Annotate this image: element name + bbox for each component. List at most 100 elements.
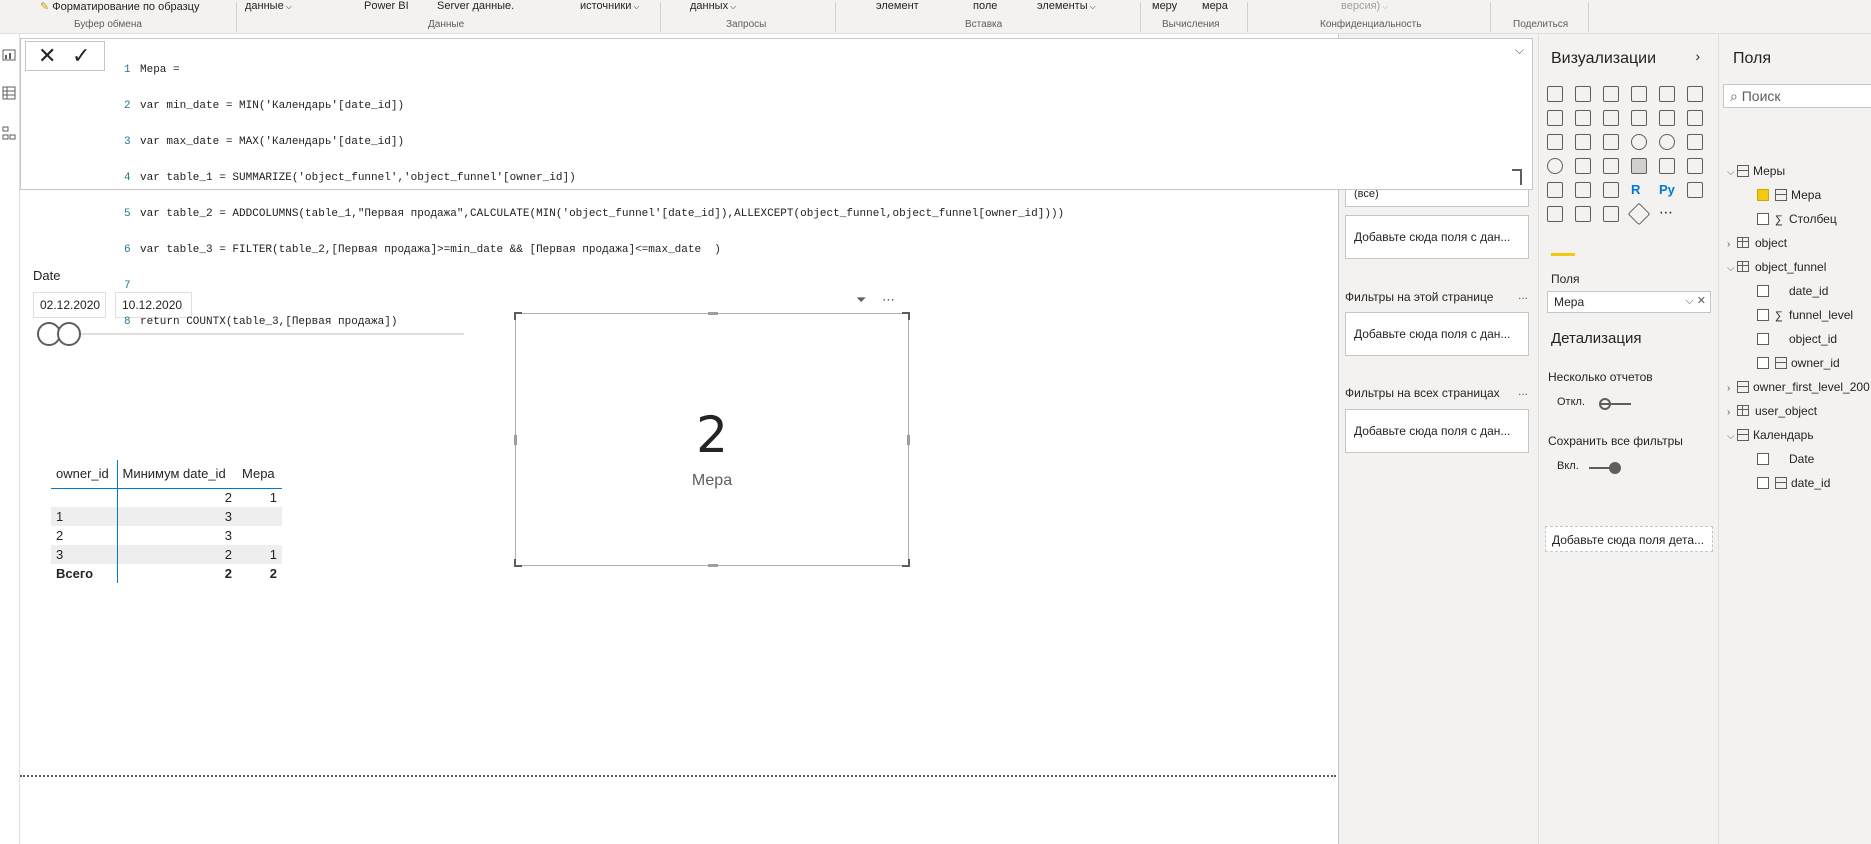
treemap-icon[interactable] — [1687, 134, 1703, 150]
new-measure-button[interactable]: меру — [1152, 0, 1177, 12]
keep-filters-toggle[interactable] — [1589, 462, 1621, 474]
tree-field-mera[interactable]: Мера — [1757, 188, 1821, 202]
drillthrough-well[interactable]: Добавьте сюда поля дета... — [1545, 526, 1713, 552]
line-column-chart-icon[interactable] — [1631, 110, 1647, 126]
chevron-right-icon[interactable]: › — [1727, 239, 1737, 250]
table-visual[interactable]: owner_id Минимум date_id Мера 2 1 1 3 2 … — [51, 460, 282, 583]
tree-field-object-id[interactable]: object_id — [1757, 332, 1837, 346]
scatter-chart-icon[interactable] — [1603, 134, 1619, 150]
tree-table-user-object[interactable]: › user_object — [1727, 404, 1817, 418]
column-header[interactable]: Мера — [237, 460, 282, 489]
area-chart-icon[interactable] — [1575, 110, 1591, 126]
resize-handle[interactable] — [1512, 169, 1522, 185]
checkbox[interactable] — [1757, 213, 1769, 225]
add-all-pages-filter-well[interactable]: Добавьте сюда поля с дан... — [1345, 409, 1529, 453]
card-visual-icon[interactable] — [1631, 158, 1647, 174]
100-bar-chart-icon[interactable] — [1659, 86, 1675, 102]
resize-handle[interactable] — [902, 559, 910, 567]
tree-field-owner-id[interactable]: owner_id — [1757, 356, 1840, 370]
pie-chart-icon[interactable] — [1631, 134, 1647, 150]
power-bi-datasets-button[interactable]: Power BI — [364, 0, 409, 12]
format-painter-button[interactable]: ✎ Форматирование по образцу — [40, 0, 199, 13]
clustered-column-chart-icon[interactable] — [1631, 86, 1647, 102]
new-visual-button[interactable]: элемент — [876, 0, 919, 12]
resize-handle[interactable] — [907, 435, 910, 445]
cancel-formula-button[interactable]: ✕ — [38, 45, 56, 67]
sensitivity-button[interactable]: версия) ⌵ — [1341, 0, 1388, 12]
r-visual-icon[interactable]: R — [1631, 182, 1647, 198]
chevron-right-icon[interactable]: › — [1727, 407, 1737, 418]
chevron-down-icon[interactable]: ⌵ — [1515, 43, 1524, 58]
get-data-button[interactable]: данные ⌵ — [245, 0, 292, 12]
tree-field-date[interactable]: Date — [1757, 452, 1814, 466]
tree-table-mery[interactable]: ⌵ Меры — [1727, 164, 1785, 178]
100-column-chart-icon[interactable] — [1687, 86, 1703, 102]
column-header[interactable]: Минимум date_id — [117, 460, 237, 489]
tree-table-object[interactable]: › object — [1727, 236, 1787, 250]
more-visuals-icon[interactable]: ⋯ — [1659, 205, 1675, 222]
close-icon[interactable]: ✕ — [1697, 295, 1706, 307]
tree-table-kalendar[interactable]: ⌵ Календарь — [1727, 428, 1814, 442]
checkbox[interactable] — [1757, 477, 1769, 489]
dax-editor[interactable]: 1 Мера = 2 var min_date = MIN('Календарь'[… — [124, 43, 1524, 367]
gauge-icon[interactable] — [1603, 158, 1619, 174]
paint-roller-icon[interactable] — [1587, 232, 1611, 256]
filled-map-icon[interactable] — [1575, 158, 1591, 174]
tree-field-stolbets[interactable]: ∑ Столбец — [1757, 212, 1837, 226]
resize-handle[interactable] — [514, 559, 522, 567]
more-options-icon[interactable]: ... — [1518, 384, 1528, 398]
commit-formula-button[interactable]: ✓ — [72, 45, 90, 67]
model-view-icon[interactable] — [2, 126, 16, 140]
chevron-right-icon[interactable]: › — [1695, 48, 1700, 64]
waterfall-chart-icon[interactable] — [1547, 134, 1563, 150]
checkbox[interactable] — [1757, 333, 1769, 345]
resize-handle[interactable] — [708, 564, 718, 567]
tree-field-funnel-level[interactable]: ∑ funnel_level — [1757, 308, 1853, 322]
decomposition-tree-icon[interactable] — [1547, 206, 1563, 222]
key-influencers-icon[interactable] — [1687, 182, 1703, 198]
table-icon[interactable] — [1575, 182, 1591, 198]
stacked-column-chart-icon[interactable] — [1575, 86, 1591, 102]
tree-field-kalendar-date-id[interactable]: date_id — [1757, 476, 1830, 490]
sql-server-button[interactable]: Server данные. — [437, 0, 514, 12]
kpi-icon[interactable] — [1687, 158, 1703, 174]
ribbon-chart-icon[interactable] — [1687, 110, 1703, 126]
python-visual-icon[interactable]: Py — [1659, 182, 1675, 198]
line-chart-icon[interactable] — [1547, 110, 1563, 126]
text-box-button[interactable]: поле — [973, 0, 997, 12]
chevron-down-icon[interactable]: ⌵ — [1727, 167, 1737, 178]
checkbox[interactable] — [1757, 285, 1769, 297]
checkbox[interactable] — [1757, 309, 1769, 321]
checkbox[interactable] — [1757, 453, 1769, 465]
cross-report-toggle[interactable] — [1599, 398, 1631, 410]
tree-field-date-id[interactable]: date_id — [1757, 284, 1828, 298]
recent-sources-button[interactable]: источники ⌵ — [580, 0, 639, 12]
stacked-area-chart-icon[interactable] — [1603, 110, 1619, 126]
funnel-chart-icon[interactable] — [1575, 134, 1591, 150]
data-view-icon[interactable] — [2, 86, 16, 100]
tree-table-owner-first-level[interactable]: › owner_first_level_200 — [1727, 380, 1870, 394]
stacked-bar-chart-icon[interactable] — [1547, 86, 1563, 102]
chevron-down-icon[interactable]: ⌵ — [1685, 295, 1693, 307]
slicer-icon[interactable] — [1547, 182, 1563, 198]
slicer-end-handle[interactable] — [57, 322, 81, 346]
clustered-bar-chart-icon[interactable] — [1603, 86, 1619, 102]
map-icon[interactable] — [1547, 158, 1563, 174]
fields-tab-icon[interactable] — [1551, 232, 1575, 256]
donut-chart-icon[interactable] — [1659, 134, 1675, 150]
tree-table-object-funnel[interactable]: ⌵ object_funnel — [1727, 260, 1826, 274]
matrix-icon[interactable] — [1603, 182, 1619, 198]
more-visuals-button[interactable]: элементы ⌵ — [1037, 0, 1096, 12]
qa-visual-icon[interactable] — [1575, 206, 1591, 222]
multi-row-card-icon[interactable] — [1659, 158, 1675, 174]
slicer-start-date-input[interactable]: 02.12.2020 — [33, 292, 106, 318]
analytics-icon[interactable] — [1621, 232, 1645, 256]
chevron-right-icon[interactable]: › — [1727, 383, 1737, 394]
resize-handle[interactable] — [514, 435, 517, 445]
smart-narrative-icon[interactable] — [1603, 206, 1619, 222]
fields-well[interactable]: Мера ⌵ ✕ — [1547, 291, 1711, 313]
quick-measure-button[interactable]: мера — [1202, 0, 1228, 12]
chevron-down-icon[interactable]: ⌵ — [1727, 431, 1737, 442]
checkbox[interactable] — [1757, 357, 1769, 369]
paginated-report-icon[interactable] — [1627, 202, 1651, 226]
